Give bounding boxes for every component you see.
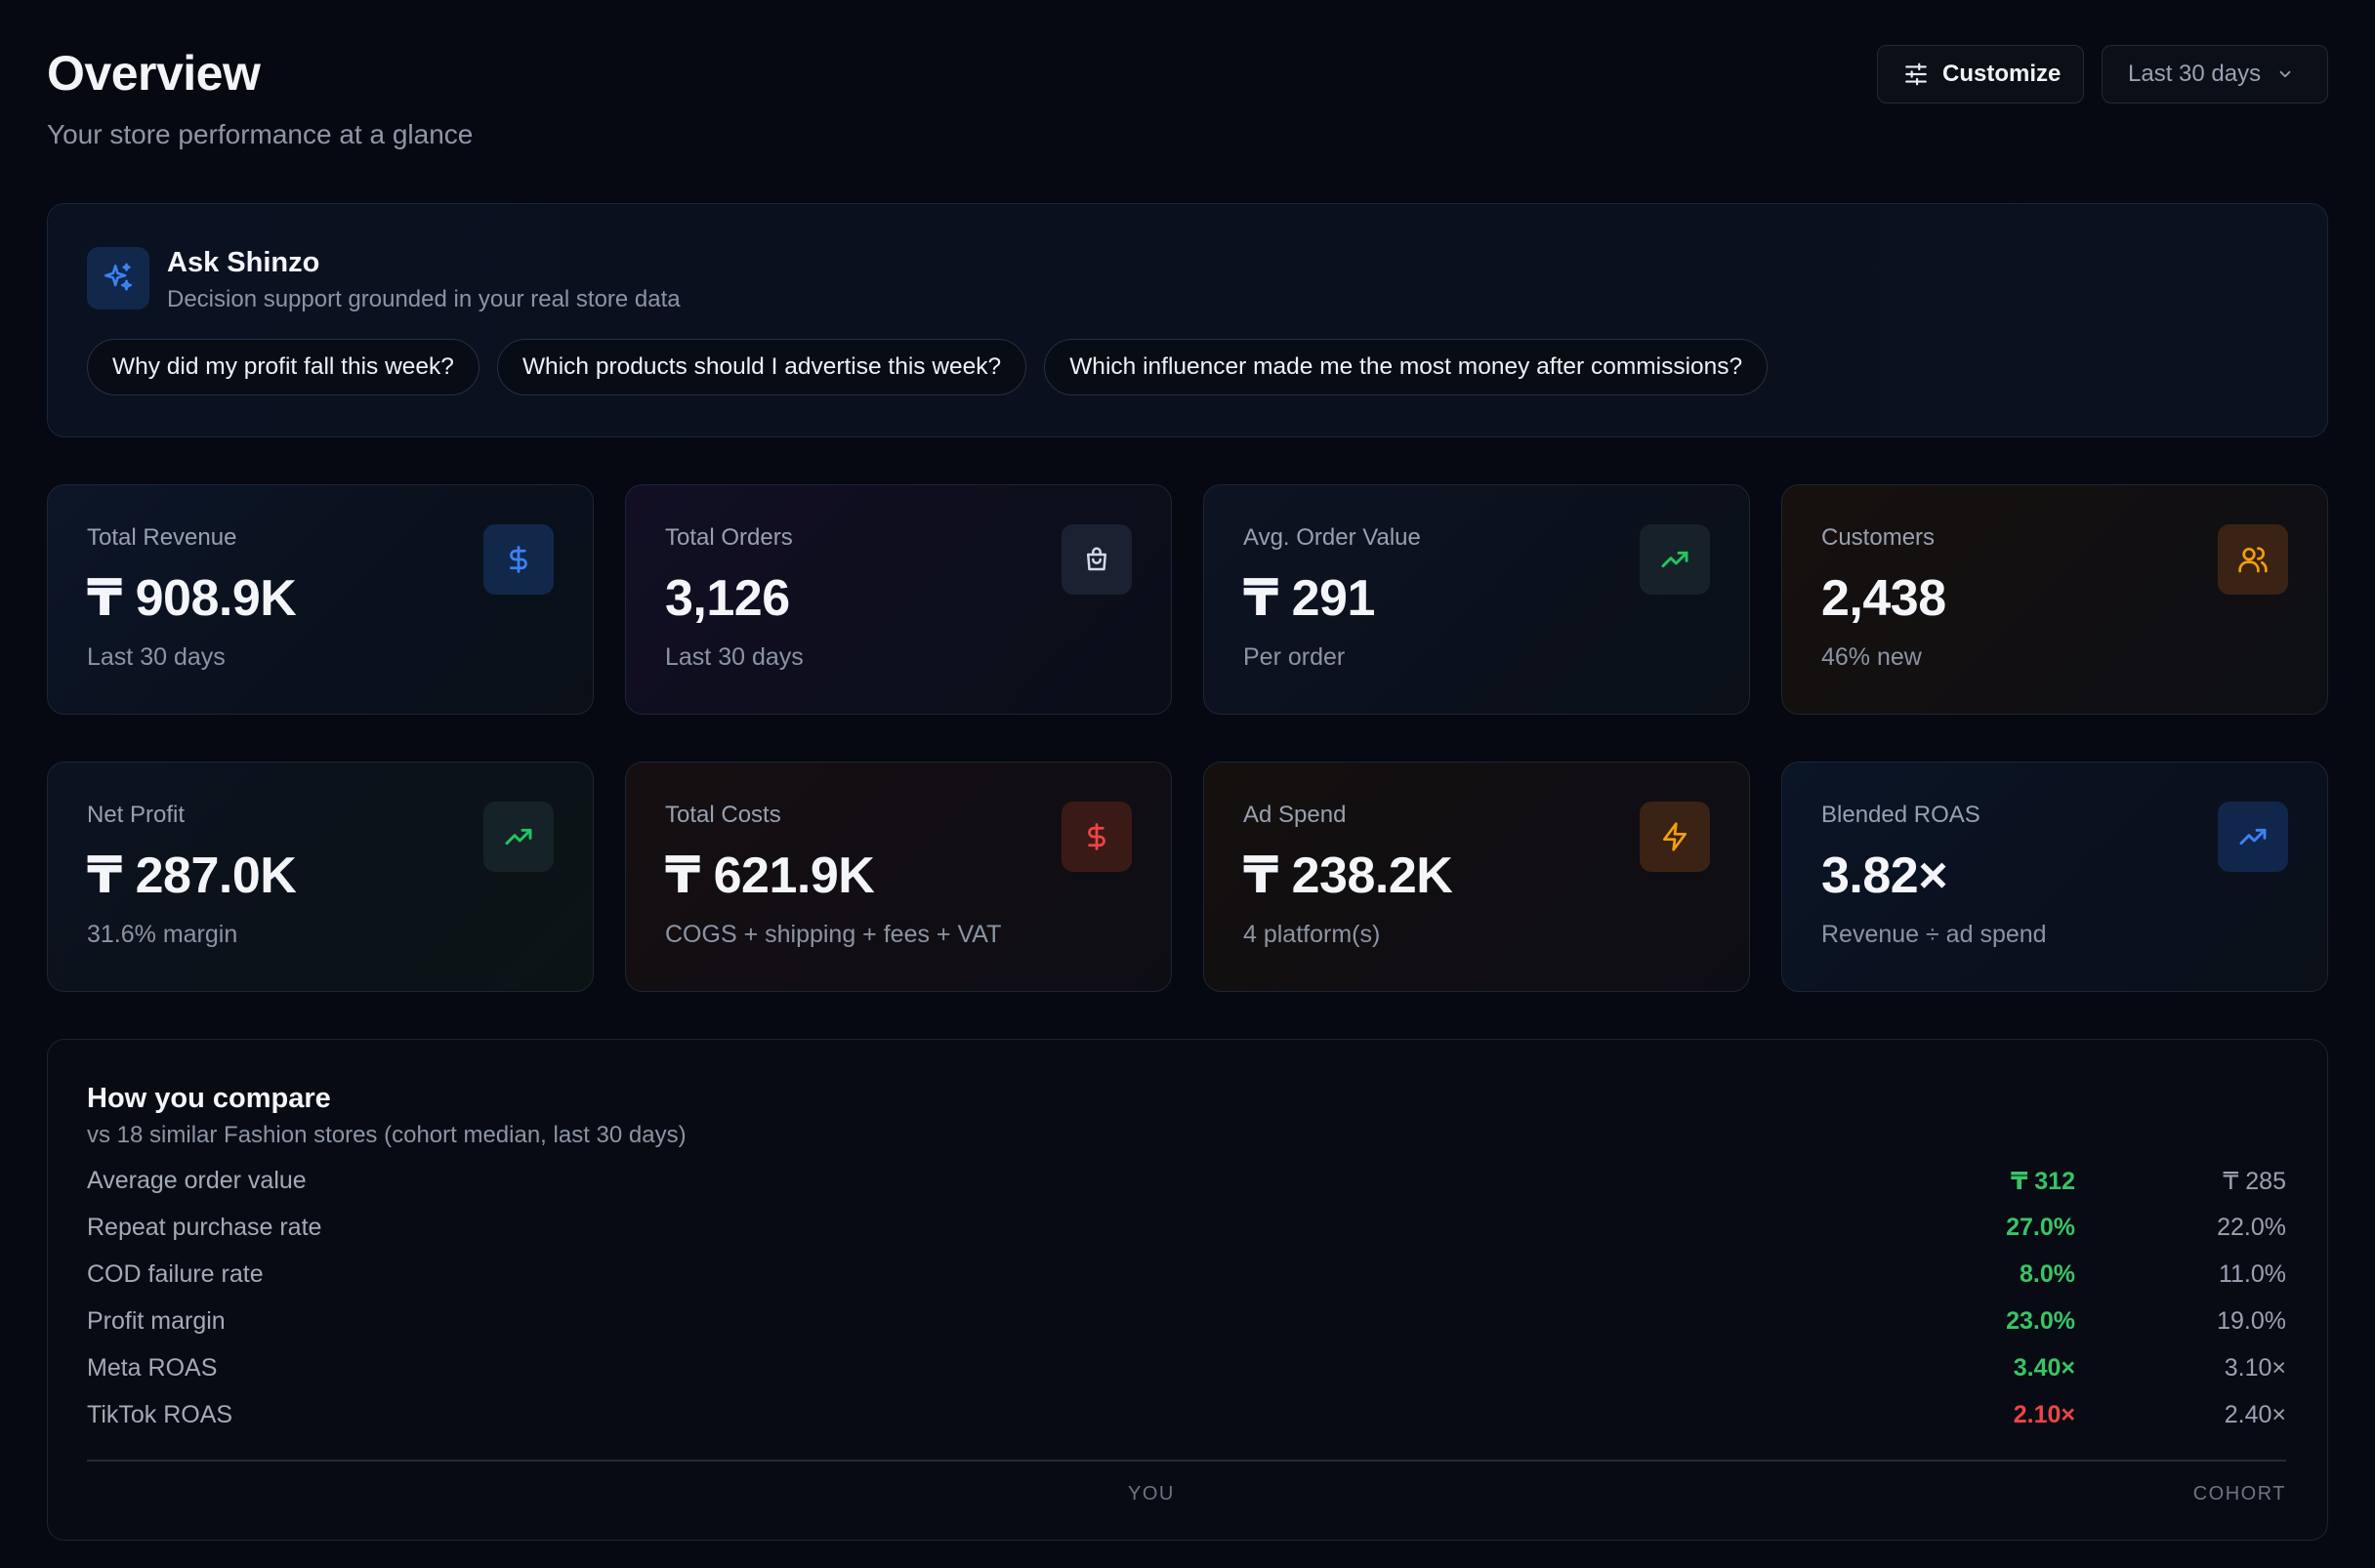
stat-subtext: Per order bbox=[1243, 643, 1346, 671]
stat-subtext: Last 30 days bbox=[87, 643, 226, 671]
shopping-bag-icon bbox=[1062, 524, 1132, 595]
stat-subtext: 4 platform(s) bbox=[1243, 921, 1381, 948]
stat-label: Total Costs bbox=[665, 802, 781, 828]
compare-cohort-value: 22.0% bbox=[2217, 1214, 2286, 1241]
stat-card-ad-spend[interactable]: Ad Spend ₸ 238.2K 4 platform(s) bbox=[1203, 762, 1750, 992]
compare-title: How you compare bbox=[87, 1083, 331, 1114]
stat-label: Total Orders bbox=[665, 524, 793, 551]
compare-you-value: 23.0% bbox=[2006, 1307, 2075, 1335]
compare-cohort-value: 19.0% bbox=[2217, 1307, 2286, 1335]
stat-card-customers[interactable]: Customers 2,438 46% new bbox=[1781, 484, 2328, 715]
compare-cohort-value: 3.10× bbox=[2224, 1354, 2286, 1382]
stat-value: ₸ 291 bbox=[1243, 570, 1375, 627]
chevron-down-icon bbox=[2276, 65, 2294, 83]
stat-label: Ad Spend bbox=[1243, 802, 1347, 828]
stat-label: Net Profit bbox=[87, 802, 186, 828]
stat-value: ₸ 287.0K bbox=[87, 847, 297, 904]
stat-label: Customers bbox=[1821, 524, 1936, 551]
compare-metric: Profit margin bbox=[87, 1307, 226, 1335]
stat-card-total-revenue[interactable]: Total Revenue ₸ 908.9K Last 30 days bbox=[47, 484, 594, 715]
compare-cohort-value: 11.0% bbox=[2218, 1260, 2286, 1288]
compare-row: Repeat purchase rate 27.0% 22.0% bbox=[87, 1206, 2286, 1253]
sparkles-icon bbox=[87, 247, 149, 309]
dollar-icon bbox=[483, 524, 554, 595]
stat-subtext: Revenue ÷ ad spend bbox=[1821, 921, 2047, 948]
compare-subtitle: vs 18 similar Fashion stores (cohort med… bbox=[87, 1122, 687, 1148]
trending-up-icon bbox=[1640, 524, 1710, 595]
stat-subtext: COGS + shipping + fees + VAT bbox=[665, 921, 1002, 948]
compare-metric: Meta ROAS bbox=[87, 1354, 218, 1382]
compare-you-value: 8.0% bbox=[2020, 1260, 2075, 1288]
stat-subtext: 46% new bbox=[1821, 643, 1922, 671]
stat-value: ₸ 621.9K bbox=[665, 847, 875, 904]
compare-you-value: ₸ 312 bbox=[2010, 1168, 2075, 1195]
stat-card-total-costs[interactable]: Total Costs ₸ 621.9K COGS + shipping + f… bbox=[625, 762, 1172, 992]
stat-card-avg-order-value[interactable]: Avg. Order Value ₸ 291 Per order bbox=[1203, 484, 1750, 715]
stat-value: 3,126 bbox=[665, 570, 790, 627]
compare-row: Average order value ₸ 312 ₸ 285 bbox=[87, 1159, 2286, 1206]
stat-card-blended-roas[interactable]: Blended ROAS 3.82× Revenue ÷ ad spend bbox=[1781, 762, 2328, 992]
ask-title: Ask Shinzo bbox=[167, 247, 320, 278]
lightning-icon bbox=[1640, 802, 1710, 872]
compare-panel: How you compare vs 18 similar Fashion st… bbox=[47, 1039, 2328, 1541]
suggestion-chip[interactable]: Which products should I advertise this w… bbox=[496, 339, 1027, 395]
compare-you-value: 3.40× bbox=[2013, 1354, 2075, 1382]
customize-button[interactable]: Customize bbox=[1877, 45, 2084, 103]
date-range-label: Last 30 days bbox=[2128, 61, 2262, 87]
customize-label: Customize bbox=[1942, 61, 2062, 87]
compare-row: COD failure rate 8.0% 11.0% bbox=[87, 1253, 2286, 1300]
compare-divider bbox=[87, 1460, 2286, 1462]
stat-value: 2,438 bbox=[1821, 570, 1946, 627]
stat-value: ₸ 238.2K bbox=[1243, 847, 1453, 904]
trending-up-icon bbox=[2218, 802, 2288, 872]
compare-row: Profit margin 23.0% 19.0% bbox=[87, 1300, 2286, 1346]
stat-label: Blended ROAS bbox=[1821, 802, 1980, 828]
header-actions: Customize Last 30 days bbox=[1877, 45, 2328, 103]
compare-metric: Repeat purchase rate bbox=[87, 1214, 322, 1241]
compare-row: TikTok ROAS 2.10× 2.40× bbox=[87, 1393, 2286, 1440]
sliders-icon bbox=[1903, 62, 1929, 87]
compare-cohort-value: 2.40× bbox=[2224, 1401, 2286, 1428]
ask-shinzo-panel: Ask Shinzo Decision support grounded in … bbox=[47, 203, 2328, 437]
page-subtitle: Your store performance at a glance bbox=[47, 119, 474, 149]
compare-you-value: 27.0% bbox=[2006, 1214, 2075, 1241]
column-label-you: YOU bbox=[1128, 1483, 1175, 1505]
column-label-cohort: COHORT bbox=[2192, 1483, 2286, 1505]
stat-value: 3.82× bbox=[1821, 847, 1948, 904]
suggestion-chips: Why did my profit fall this week? Which … bbox=[87, 339, 1769, 395]
overview-page: Overview Your store performance at a gla… bbox=[0, 0, 2375, 1568]
suggestion-chip[interactable]: Which influencer made me the most money … bbox=[1044, 339, 1769, 395]
compare-table: Average order value ₸ 312 ₸ 285 Repeat purc… bbox=[87, 1159, 2286, 1440]
stat-label: Total Revenue bbox=[87, 524, 237, 551]
compare-cohort-value: ₸ 285 bbox=[2223, 1168, 2286, 1195]
stat-label: Avg. Order Value bbox=[1243, 524, 1421, 551]
page-header: Overview Your store performance at a gla… bbox=[47, 45, 2328, 162]
compare-you-value: 2.10× bbox=[2013, 1401, 2075, 1428]
suggestion-chip[interactable]: Why did my profit fall this week? bbox=[87, 339, 479, 395]
stat-subtext: Last 30 days bbox=[665, 643, 804, 671]
stat-value: ₸ 908.9K bbox=[87, 570, 297, 627]
compare-metric: Average order value bbox=[87, 1167, 307, 1194]
stat-subtext: 31.6% margin bbox=[87, 921, 238, 948]
stat-card-net-profit[interactable]: Net Profit ₸ 287.0K 31.6% margin bbox=[47, 762, 594, 992]
ask-description: Decision support grounded in your real s… bbox=[167, 286, 681, 312]
users-icon bbox=[2218, 524, 2288, 595]
stat-card-total-orders[interactable]: Total Orders 3,126 Last 30 days bbox=[625, 484, 1172, 715]
dollar-icon bbox=[1062, 802, 1132, 872]
compare-row: Meta ROAS 3.40× 3.10× bbox=[87, 1346, 2286, 1393]
compare-metric: TikTok ROAS bbox=[87, 1401, 233, 1428]
date-range-select[interactable]: Last 30 days bbox=[2102, 45, 2328, 103]
trending-up-icon bbox=[483, 802, 554, 872]
compare-metric: COD failure rate bbox=[87, 1260, 264, 1288]
